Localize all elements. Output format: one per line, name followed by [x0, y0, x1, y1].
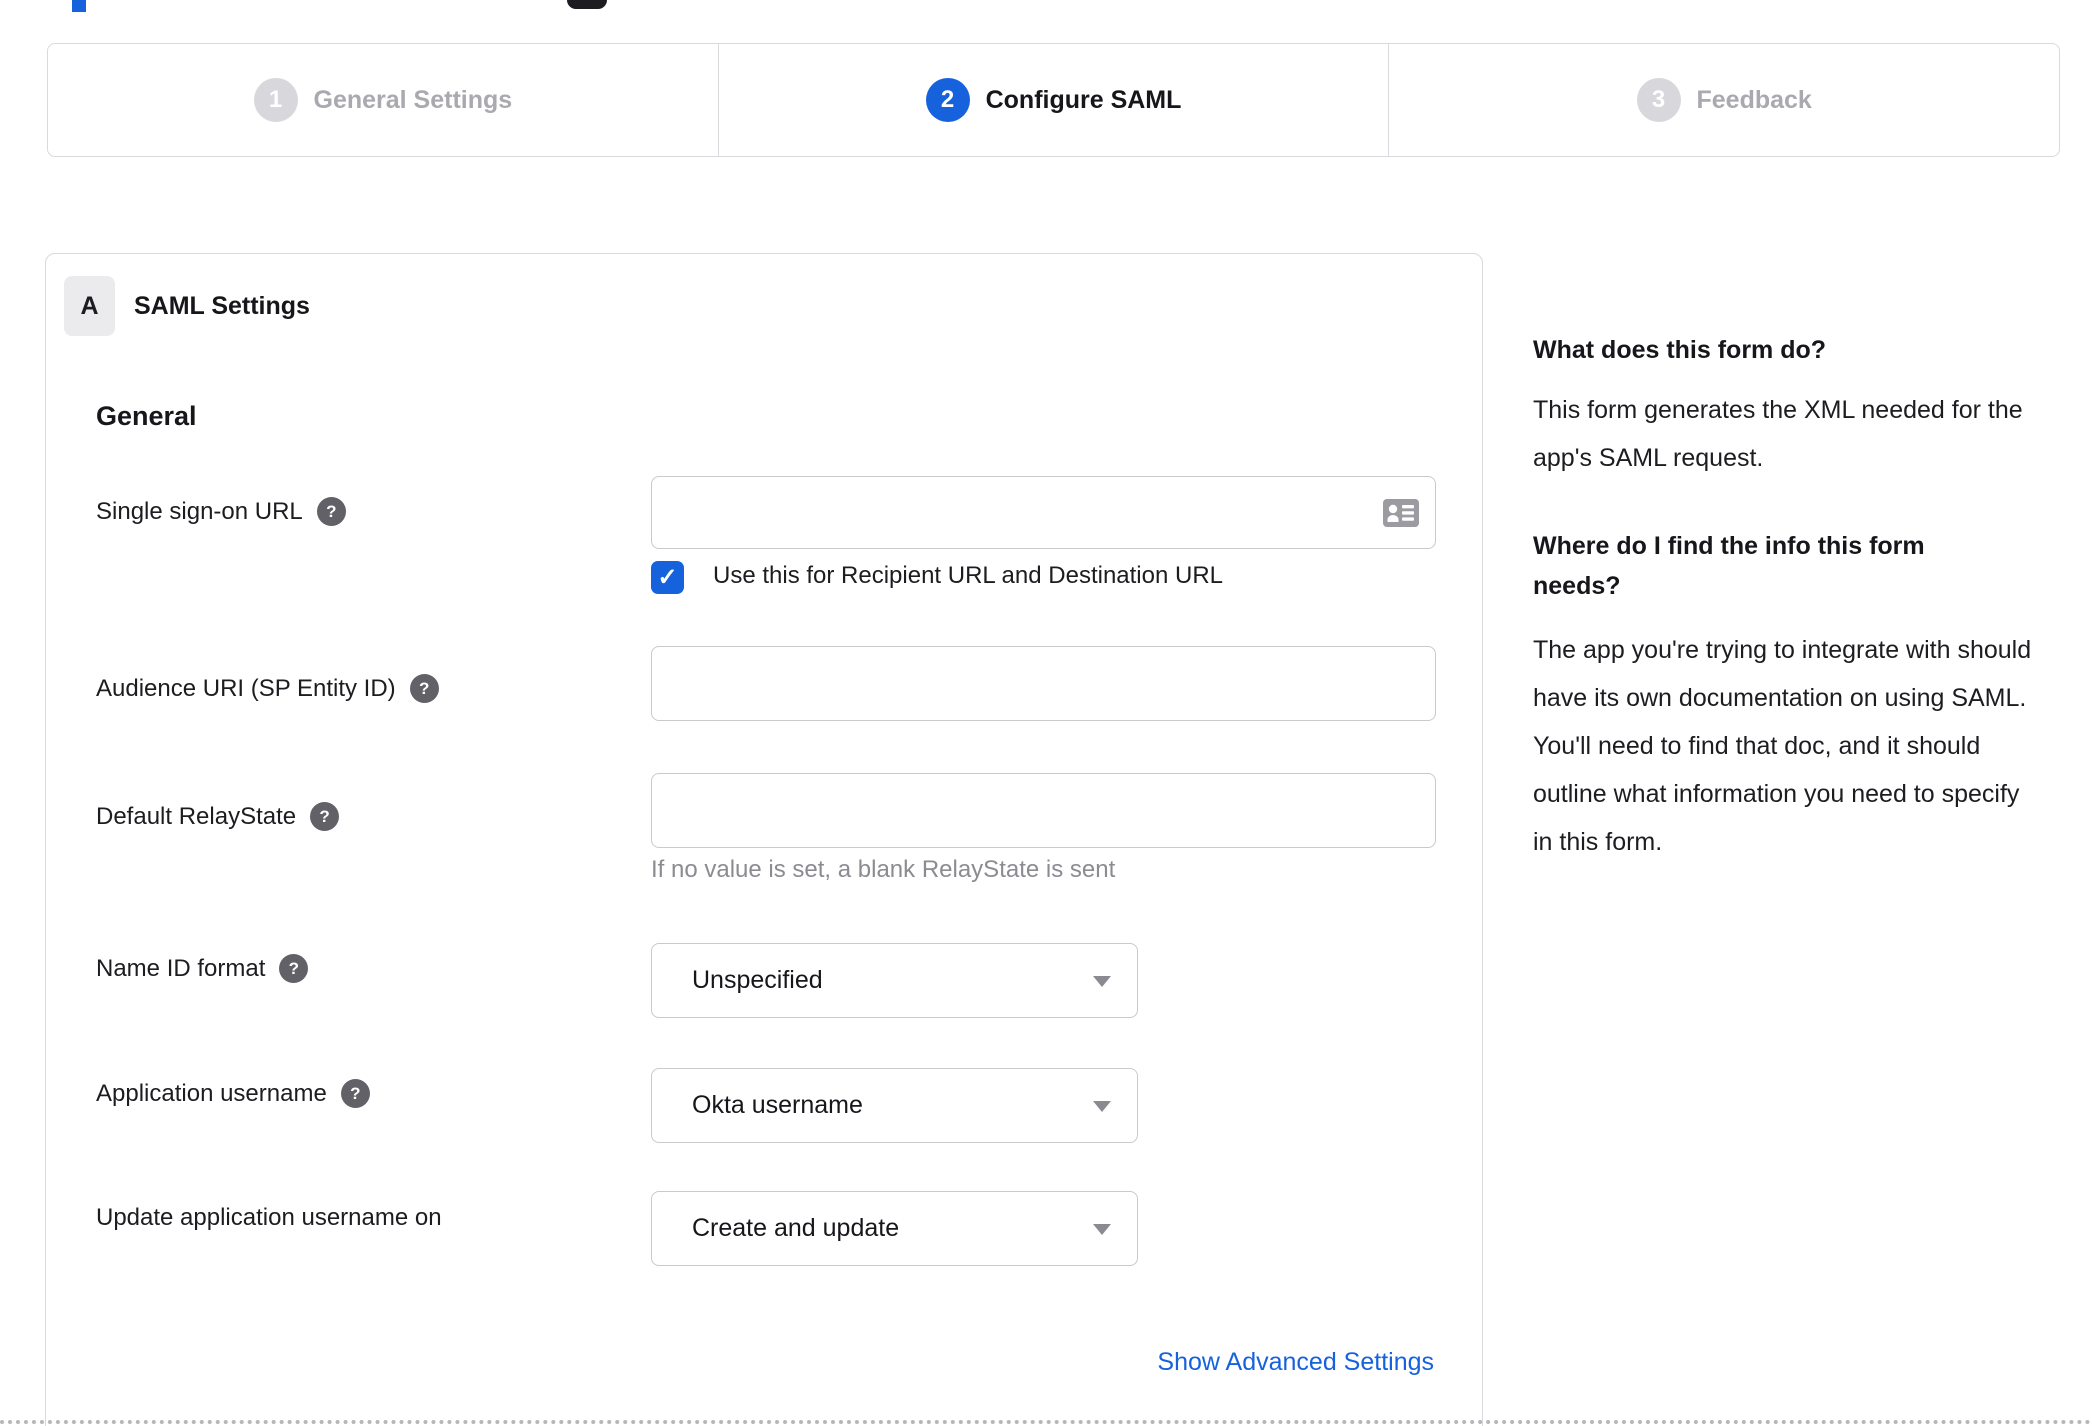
relaystate-label-row: Default RelayState ?: [96, 802, 340, 831]
recipient-url-checkbox[interactable]: ✓: [651, 561, 684, 594]
step-3-circle: 3: [1636, 78, 1681, 122]
checkbox-check-icon: ✓: [657, 564, 678, 591]
section-title: SAML Settings: [134, 291, 310, 320]
relaystate-label: Default RelayState: [96, 802, 297, 830]
section-a-badge: A: [64, 276, 115, 336]
name-id-format-help-icon[interactable]: ?: [279, 954, 309, 983]
sso-url-label-row: Single sign-on URL ?: [96, 497, 346, 526]
recipient-url-checkbox-label[interactable]: Use this for Recipient URL and Destinati…: [713, 562, 1223, 590]
app-username-label: Application username: [96, 1079, 327, 1107]
update-username-label-row: Update application username on: [96, 1204, 442, 1232]
saml-settings-panel: A SAML Settings General Single sign-on U…: [45, 253, 1483, 1426]
update-username-select[interactable]: Create and update: [651, 1191, 1138, 1266]
general-group-heading: General: [96, 401, 197, 431]
update-username-label: Update application username on: [96, 1204, 442, 1231]
wizard-stepper: 1 General Settings 2 Configure SAML 3 Fe…: [47, 43, 2060, 157]
bottom-dotted-divider: [0, 1420, 2092, 1424]
audience-uri-label-row: Audience URI (SP Entity ID) ?: [96, 674, 439, 703]
step-feedback[interactable]: 3 Feedback: [1388, 44, 2059, 156]
name-id-format-label: Name ID format: [96, 954, 266, 982]
help-question-2: Where do I find the info this form needs…: [1533, 532, 1925, 600]
audience-uri-help-icon[interactable]: ?: [409, 674, 439, 703]
relaystate-helper-text: If no value is set, a blank RelayState i…: [651, 856, 1116, 883]
chevron-down-icon: [1093, 975, 1111, 987]
step-general-settings[interactable]: 1 General Settings: [48, 44, 718, 156]
show-advanced-settings-link[interactable]: Show Advanced Settings: [1157, 1348, 1434, 1377]
chevron-down-icon: [1093, 1223, 1111, 1235]
step-2-circle: 2: [925, 78, 970, 122]
chevron-down-icon: [1093, 1100, 1111, 1112]
name-id-format-select[interactable]: Unspecified: [651, 943, 1138, 1018]
saml-setup-wizard-page: 1 General Settings 2 Configure SAML 3 Fe…: [0, 0, 2092, 1426]
app-username-value: Okta username: [692, 1091, 863, 1119]
app-username-help-icon[interactable]: ?: [340, 1079, 370, 1108]
help-answer-2: The app you're trying to integrate with …: [1533, 636, 2032, 856]
cutoff-header-blue-element: [72, 0, 86, 12]
sso-url-input[interactable]: [651, 476, 1436, 549]
sso-url-help-icon[interactable]: ?: [316, 497, 346, 526]
relaystate-help-icon[interactable]: ?: [310, 802, 340, 831]
step-configure-saml[interactable]: 2 Configure SAML: [717, 44, 1389, 156]
name-id-format-label-row: Name ID format ?: [96, 954, 309, 983]
contact-card-icon[interactable]: [1383, 498, 1419, 527]
step-2-label: Configure SAML: [985, 85, 1182, 114]
audience-uri-label: Audience URI (SP Entity ID): [96, 674, 396, 702]
cutoff-header-dark-element: [567, 0, 607, 9]
step-3-label: Feedback: [1696, 85, 1812, 114]
name-id-format-value: Unspecified: [692, 966, 823, 994]
help-answer-1: This form generates the XML needed for t…: [1533, 396, 2023, 472]
help-question-1: What does this form do?: [1533, 336, 1827, 364]
step-1-circle: 1: [253, 78, 298, 122]
app-username-label-row: Application username ?: [96, 1079, 370, 1108]
relaystate-input[interactable]: [651, 773, 1436, 848]
app-username-select[interactable]: Okta username: [651, 1068, 1138, 1143]
sso-url-label: Single sign-on URL: [96, 497, 303, 525]
step-1-label: General Settings: [313, 85, 513, 114]
update-username-value: Create and update: [692, 1214, 900, 1242]
audience-uri-input[interactable]: [651, 646, 1436, 721]
